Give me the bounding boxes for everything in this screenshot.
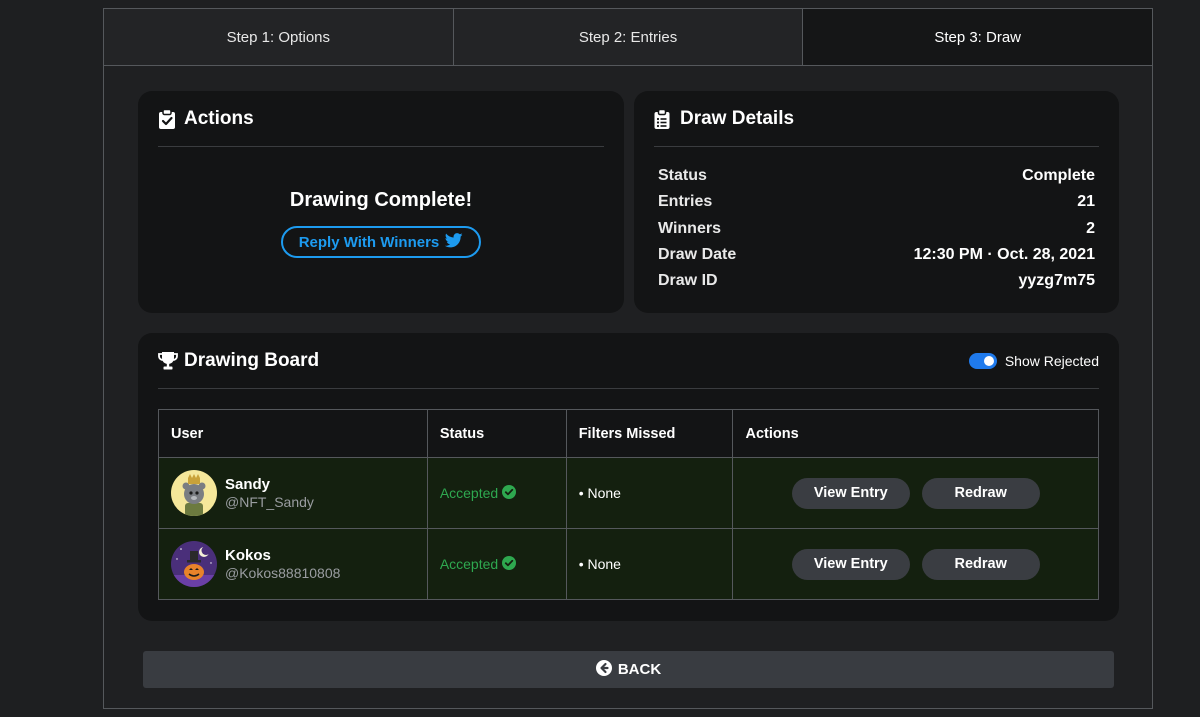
step-tabs: Step 1: Options Step 2: Entries Step 3: … (104, 9, 1153, 66)
view-entry-button[interactable]: View Entry (791, 548, 910, 580)
column-header-user: User (158, 409, 428, 458)
show-rejected-label: Show Rejected (1004, 352, 1099, 369)
entries-table: User Status Filters Missed Actions Sandy… (158, 409, 1099, 600)
filters-missed-value: • None (578, 556, 621, 572)
trophy-icon (158, 351, 178, 371)
tab-step-draw[interactable]: Step 3: Draw (803, 9, 1153, 65)
filters-missed-value: • None (578, 485, 621, 501)
column-header-filters-missed: Filters Missed (565, 409, 734, 458)
redraw-button[interactable]: Redraw (921, 477, 1040, 509)
status-label: Accepted (439, 485, 499, 501)
avatar (171, 541, 217, 587)
actions-card: Actions Drawing Complete! Reply With Win… (138, 91, 624, 313)
check-circle-icon (502, 484, 517, 502)
back-label: BACK (617, 661, 662, 678)
redraw-button[interactable]: Redraw (921, 548, 1040, 580)
detail-key: Winners (658, 219, 721, 237)
tab-step-options[interactable]: Step 1: Options (104, 9, 454, 65)
detail-value: 21 (1077, 193, 1095, 211)
column-header-actions: Actions (732, 409, 1099, 458)
table-row: Sandy @NFT_Sandy Accepted • None View En… (158, 457, 1099, 529)
drawing-board-title: Drawing Board (184, 349, 320, 371)
table-row: Kokos @Kokos88810808 Accepted • None Vie… (158, 528, 1099, 600)
user-name[interactable]: Kokos (225, 547, 340, 564)
status-badge: Accepted (439, 555, 517, 573)
detail-row-draw-id: Draw ID yyzg7m75 (658, 268, 1095, 294)
detail-value: 12:30 PM · Oct. 28, 2021 (913, 246, 1095, 264)
detail-key: Status (658, 167, 707, 185)
status-label: Accepted (439, 556, 499, 572)
view-entry-button[interactable]: View Entry (791, 477, 910, 509)
table-header-row: User Status Filters Missed Actions (158, 409, 1099, 458)
draw-details-header: Draw Details (654, 91, 1099, 147)
back-button[interactable]: BACK (143, 651, 1114, 688)
detail-key: Entries (658, 193, 713, 211)
draw-panel: Step 1: Options Step 2: Entries Step 3: … (103, 8, 1153, 709)
detail-row-winners: Winners 2 (658, 216, 1095, 242)
user-handle[interactable]: @NFT_Sandy (225, 494, 314, 510)
detail-value: yyzg7m75 (1018, 272, 1096, 290)
drawing-complete-message: Drawing Complete! (289, 189, 473, 211)
drawing-board-card: Drawing Board Show Rejected User Status … (138, 333, 1119, 621)
reply-with-winners-button[interactable]: Reply With Winners (280, 226, 482, 258)
user-handle[interactable]: @Kokos88810808 (225, 565, 340, 581)
actions-header: Actions (158, 91, 604, 147)
column-header-status: Status (426, 409, 567, 458)
detail-value: 2 (1086, 219, 1095, 237)
draw-details-title: Draw Details (680, 107, 795, 129)
status-badge: Accepted (439, 484, 517, 502)
avatar (171, 470, 217, 516)
detail-row-entries: Entries 21 (658, 189, 1095, 215)
clipboard-check-icon (158, 108, 176, 129)
drawing-board-header: Drawing Board Show Rejected (158, 333, 1099, 389)
reply-with-winners-label: Reply With Winners (298, 233, 440, 251)
show-rejected-toggle[interactable]: Show Rejected (968, 352, 1099, 369)
draw-details-list: Status Complete Entries 21 Winners 2 Dra… (634, 147, 1119, 294)
detail-key: Draw Date (658, 246, 737, 264)
detail-row-status: Status Complete (658, 163, 1095, 189)
detail-value: Complete (1022, 167, 1095, 185)
twitter-bird-icon (445, 232, 463, 252)
draw-details-card: Draw Details Status Complete Entries 21 … (634, 91, 1119, 313)
check-circle-icon (502, 555, 517, 573)
tab-step-entries[interactable]: Step 2: Entries (453, 9, 804, 65)
detail-key: Draw ID (658, 272, 718, 290)
user-name[interactable]: Sandy (225, 476, 314, 493)
clipboard-list-icon (654, 108, 672, 129)
toggle-switch[interactable] (968, 352, 997, 369)
actions-title: Actions (184, 107, 254, 129)
arrow-left-circle-icon (595, 659, 612, 680)
detail-row-draw-date: Draw Date 12:30 PM · Oct. 28, 2021 (658, 242, 1095, 268)
